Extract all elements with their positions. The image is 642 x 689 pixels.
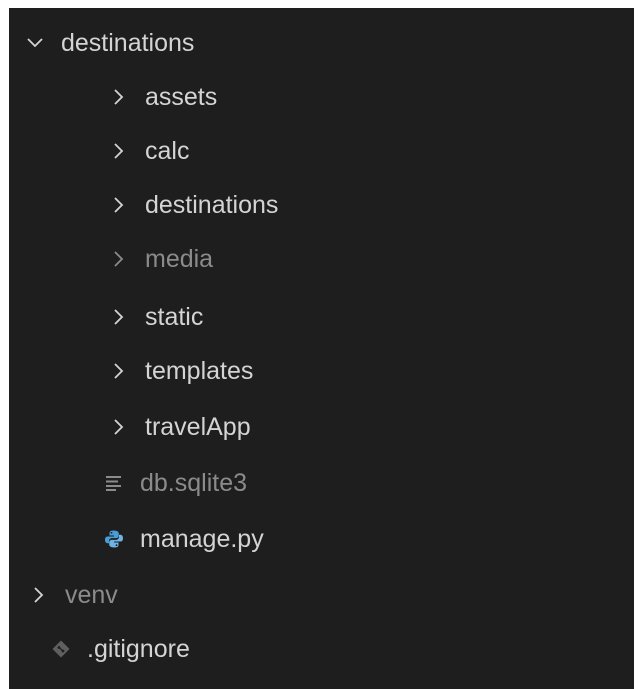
tree-item-label: assets xyxy=(145,82,218,111)
tree-item-label: calc xyxy=(145,136,190,165)
tree-item-label: templates xyxy=(145,356,254,385)
tree-item-label: venv xyxy=(65,580,118,609)
tree-item-db-sqlite3[interactable]: db.sqlite3 xyxy=(9,456,634,510)
tree-item-label: static xyxy=(145,302,204,331)
chevron-right-icon[interactable] xyxy=(107,193,131,217)
chevron-right-icon[interactable] xyxy=(107,359,131,383)
file-explorer-panel: destinations assets calc destinations me… xyxy=(9,8,634,689)
tree-item-label: db.sqlite3 xyxy=(140,468,248,497)
tree-item-calc[interactable]: calc xyxy=(9,124,634,178)
tree-item-destinations[interactable]: destinations xyxy=(9,178,634,232)
tree-item-label: media xyxy=(145,244,214,273)
tree-item-static[interactable]: static xyxy=(9,290,634,344)
tree-item-manage-py[interactable]: manage.py xyxy=(9,512,634,566)
tree-item-assets[interactable]: assets xyxy=(9,70,634,124)
tree-item-destinations-root[interactable]: destinations xyxy=(9,16,634,70)
tree-item-label: destinations xyxy=(61,28,195,57)
tree-item-label: manage.py xyxy=(140,524,264,553)
tree-item-label: travelApp xyxy=(145,412,251,441)
tree-item-label: destinations xyxy=(145,190,279,219)
chevron-right-icon[interactable] xyxy=(107,139,131,163)
tree-item-templates[interactable]: templates xyxy=(9,344,634,398)
chevron-right-icon[interactable] xyxy=(107,85,131,109)
python-file-icon xyxy=(102,527,126,551)
chevron-right-icon[interactable] xyxy=(107,305,131,329)
chevron-right-icon[interactable] xyxy=(107,247,131,271)
chevron-down-icon[interactable] xyxy=(23,31,47,55)
tree-item-label: .gitignore xyxy=(87,634,190,663)
tree-item-travelapp[interactable]: travelApp xyxy=(9,400,634,454)
git-file-icon xyxy=(49,637,73,661)
tree-item-media[interactable]: media xyxy=(9,232,634,286)
text-file-icon xyxy=(102,471,126,495)
chevron-right-icon[interactable] xyxy=(27,583,51,607)
chevron-right-icon[interactable] xyxy=(107,415,131,439)
tree-item-venv[interactable]: venv xyxy=(9,568,634,622)
tree-item-gitignore[interactable]: .gitignore xyxy=(9,622,634,676)
